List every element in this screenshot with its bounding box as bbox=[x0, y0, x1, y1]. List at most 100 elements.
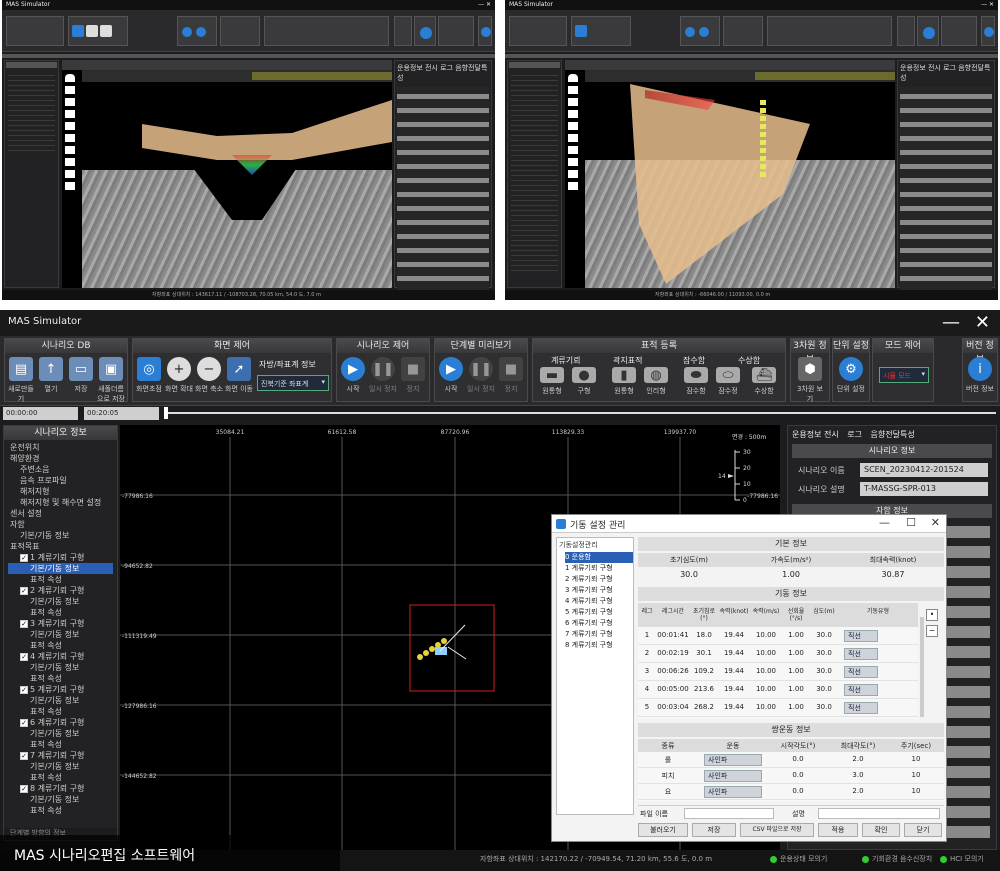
tree-item[interactable]: 기본/기동 정보 bbox=[8, 761, 113, 772]
basic-value-maxspeed[interactable]: 30.87 bbox=[842, 570, 944, 579]
unit-setting-button[interactable]: ⚙ 단위 설정 bbox=[837, 357, 865, 401]
basic-value-accel[interactable]: 1.00 bbox=[740, 570, 842, 579]
checkbox-checked-icon[interactable]: ✓ bbox=[20, 751, 28, 760]
thumb-left-3d-view[interactable] bbox=[62, 60, 392, 288]
tree-item[interactable]: 표적 속성 bbox=[8, 574, 113, 585]
scenario-pause-button[interactable]: ❚❚ 일시 정지 bbox=[369, 357, 397, 401]
save-csv-button[interactable]: CSV 파일으로 저장 bbox=[740, 823, 814, 837]
pan-button[interactable]: ➚ 화면 이동 bbox=[225, 357, 253, 401]
tree-item[interactable]: 운전위치 bbox=[8, 442, 113, 453]
motion-type-select[interactable]: 사인파 bbox=[704, 786, 762, 798]
tree-item[interactable]: 기본/기동 정보 bbox=[8, 728, 113, 739]
thumb-right-tab-1[interactable]: 운용정보 전시 bbox=[900, 64, 941, 72]
dialog-save-button[interactable]: 저장 bbox=[692, 823, 736, 837]
tree-item[interactable]: 기본/기동 정보 bbox=[8, 530, 113, 541]
thumb-left-tab-2[interactable]: 로그 bbox=[440, 64, 453, 72]
tree-item[interactable]: 기본/기동 정보 bbox=[8, 695, 113, 706]
checkbox-checked-icon[interactable]: ✓ bbox=[20, 652, 28, 661]
table-row[interactable]: 3 00:06:26 109.2 19.44 10.00 1.00 30.0 직선 bbox=[638, 663, 918, 681]
tree-item[interactable]: ✓ 1 계류기뢰 구형 bbox=[8, 552, 113, 563]
dialog-tree-item[interactable]: 8 계류기뢰 구형 bbox=[565, 640, 633, 651]
tree-item[interactable]: ✓ 2 계류기뢰 구형 bbox=[8, 585, 113, 596]
basic-value-depth[interactable]: 30.0 bbox=[638, 570, 740, 579]
tree-item[interactable]: 해양환경 bbox=[8, 453, 113, 464]
tree-item[interactable]: ✓ 4 계류기뢰 구형 bbox=[8, 651, 113, 662]
checkbox-checked-icon[interactable]: ✓ bbox=[20, 718, 28, 727]
focus-button[interactable]: ◎ 화면초점 bbox=[135, 357, 163, 401]
dialog-tree-item[interactable]: 5 계류기뢰 구형 bbox=[565, 607, 633, 618]
dialog-maximize-button[interactable]: ☐ bbox=[906, 516, 916, 529]
tree-item[interactable]: 표적 속성 bbox=[8, 805, 113, 816]
table-row[interactable]: 피치 사인파 0.0 3.0 10 bbox=[638, 768, 944, 784]
tree-item[interactable]: ✓ 6 계류기뢰 구형 bbox=[8, 717, 113, 728]
tree-item[interactable]: 표적 속성 bbox=[8, 772, 113, 783]
close-button[interactable]: ✕ bbox=[975, 312, 990, 333]
tree-item[interactable]: 표적 속성 bbox=[8, 673, 113, 684]
tree-item[interactable]: ✓ 7 계류기뢰 구형 bbox=[8, 750, 113, 761]
tree-item[interactable]: 자함 bbox=[8, 519, 113, 530]
tree-item[interactable]: 표적 속성 bbox=[8, 739, 113, 750]
dialog-tree-item[interactable]: 0 운용함 bbox=[565, 552, 633, 563]
tree-item[interactable]: 주변소음 bbox=[8, 464, 113, 475]
dialog-tree-item[interactable]: 3 계류기뢰 구형 bbox=[565, 585, 633, 596]
tree-item[interactable]: 표적 속성 bbox=[8, 706, 113, 717]
thumb-right-3d-view[interactable] bbox=[565, 60, 895, 288]
new-scenario-button[interactable]: ▤ 새로만들기 bbox=[7, 357, 35, 403]
ok-button[interactable]: 확인 bbox=[862, 823, 900, 837]
preview-stop-button[interactable]: ■ 정지 bbox=[497, 357, 525, 401]
dialog-tree-item[interactable]: 7 계류기뢰 구형 bbox=[565, 629, 633, 640]
tab-operation-info[interactable]: 운용정보 전시 bbox=[792, 430, 839, 439]
maneuver-type-select[interactable]: 직선 bbox=[844, 684, 878, 696]
timeline-track[interactable] bbox=[164, 412, 996, 414]
dialog-close-button[interactable]: ✕ bbox=[931, 516, 940, 529]
tab-acoustic[interactable]: 음향전달특성 bbox=[871, 430, 915, 439]
tree-item[interactable]: 표적 속성 bbox=[8, 640, 113, 651]
mode-select[interactable]: 시뮬 모드 ▾ bbox=[879, 367, 929, 383]
thumb-right-window-controls[interactable]: — ✕ bbox=[981, 0, 994, 10]
tree-item[interactable]: 기본/기동 정보 bbox=[8, 662, 113, 673]
scenario-start-button[interactable]: ▶ 시작 bbox=[339, 357, 367, 401]
view-3d-button[interactable]: ⬢ 3차원 보기 bbox=[796, 357, 824, 403]
tree-item[interactable]: 음속 프로파일 bbox=[8, 475, 113, 486]
table-row[interactable]: 1 00:01:41 18.0 19.44 10.00 1.00 30.0 직선 bbox=[638, 627, 918, 645]
scenario-name-field[interactable]: SCEN_20230412-201524 bbox=[860, 463, 988, 477]
thumb-left-tab-1[interactable]: 운용정보 전시 bbox=[397, 64, 438, 72]
surface-ship-button[interactable]: ⛴ 수상함 bbox=[749, 367, 779, 401]
zoom-out-button[interactable]: − 화면 축소 bbox=[195, 357, 223, 401]
thumb-right-tab-2[interactable]: 로그 bbox=[943, 64, 956, 72]
maneuver-type-select[interactable]: 직선 bbox=[844, 702, 878, 714]
description-input[interactable] bbox=[818, 808, 940, 819]
tree-item[interactable]: 센서 설정 bbox=[8, 508, 113, 519]
open-button[interactable]: ↑ 열기 bbox=[37, 357, 65, 401]
save-as-button[interactable]: ▣ 새폴더름으로 저장 bbox=[97, 357, 125, 403]
remove-row-button[interactable]: − bbox=[926, 625, 938, 637]
dialog-tree-item[interactable]: 4 계류기뢰 구형 bbox=[565, 596, 633, 607]
checkbox-checked-icon[interactable]: ✓ bbox=[20, 586, 28, 595]
tree-item[interactable]: 기본/기동 정보 bbox=[8, 794, 113, 805]
maneuver-type-select[interactable]: 직선 bbox=[844, 666, 878, 678]
cylinder-bottom-button[interactable]: ▮ 원통형 bbox=[609, 367, 639, 401]
tree-item[interactable]: 해저지형 및 해수면 설정 bbox=[8, 497, 113, 508]
minisub-button[interactable]: ⬭ 잠수정 bbox=[713, 367, 743, 401]
timeline-handle[interactable] bbox=[164, 407, 168, 419]
tree-item[interactable]: 기본/기동 정보 bbox=[8, 596, 113, 607]
preview-start-button[interactable]: ▶ 시작 bbox=[437, 357, 465, 401]
checkbox-checked-icon[interactable]: ✓ bbox=[20, 784, 28, 793]
table-row[interactable]: 2 00:02:19 30.1 19.44 10.00 1.00 30.0 직선 bbox=[638, 645, 918, 663]
thumb-left-window-controls[interactable]: — ✕ bbox=[478, 0, 491, 10]
file-name-input[interactable] bbox=[684, 808, 774, 819]
checkbox-checked-icon[interactable]: ✓ bbox=[20, 619, 28, 628]
scenario-desc-field[interactable]: T-MASSG-SPR-013 bbox=[860, 482, 988, 496]
checkbox-checked-icon[interactable]: ✓ bbox=[20, 685, 28, 694]
table-row[interactable]: 4 00:05:00 213.6 19.44 10.00 1.00 30.0 직선 bbox=[638, 681, 918, 699]
save-button[interactable]: ▭ 저장 bbox=[67, 357, 95, 401]
dialog-close-text-button[interactable]: 닫기 bbox=[904, 823, 942, 837]
coord-system-select[interactable]: 진북기준 좌표계 ▾ bbox=[257, 375, 329, 391]
dialog-tree-item[interactable]: 2 계류기뢰 구형 bbox=[565, 574, 633, 585]
maneuver-scrollbar[interactable] bbox=[920, 617, 924, 717]
submarine-button[interactable]: ⬬ 잠수함 bbox=[681, 367, 711, 401]
motion-type-select[interactable]: 사인파 bbox=[704, 770, 762, 782]
version-info-button[interactable]: i 버전 정보 bbox=[966, 357, 994, 401]
tree-item[interactable]: 기본/기동 정보 bbox=[8, 563, 113, 574]
checkbox-checked-icon[interactable]: ✓ bbox=[20, 553, 28, 562]
